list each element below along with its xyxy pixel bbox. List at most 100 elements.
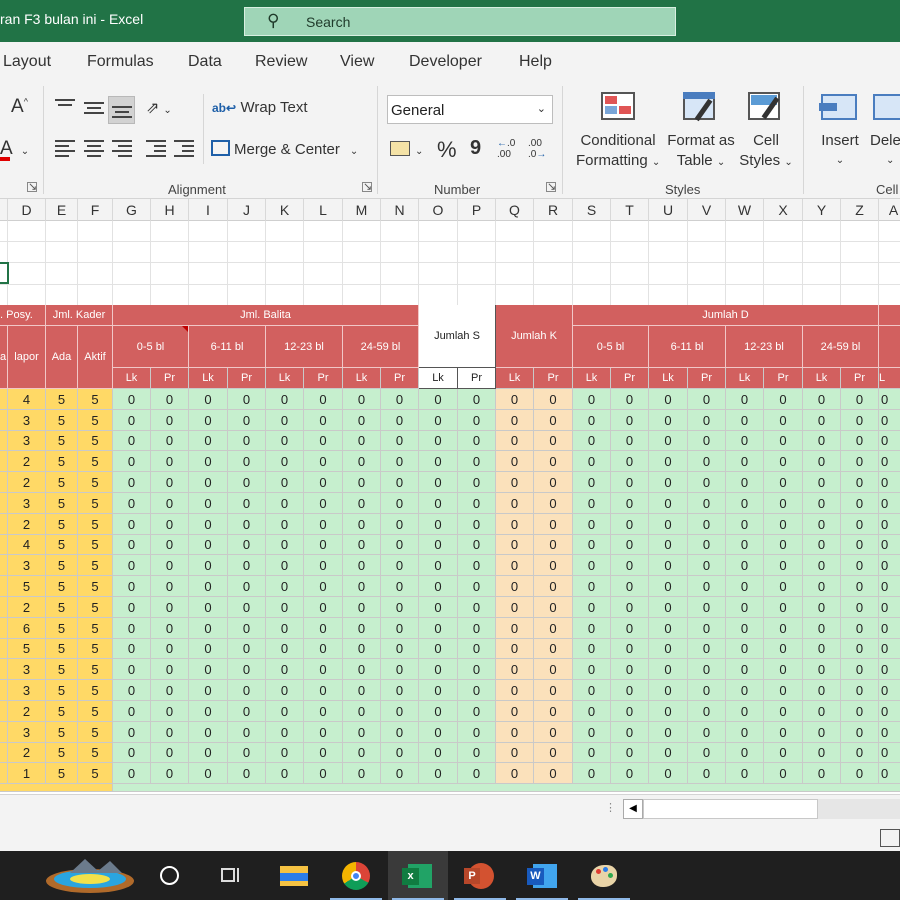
cell-value[interactable]: 0 [841,618,879,639]
cell-value[interactable]: 0 [458,514,496,535]
cell-value[interactable]: 0 [151,451,189,472]
cell-value[interactable]: 0 [688,514,726,535]
chrome-icon[interactable] [326,851,386,900]
cell-value[interactable]: 0 [304,431,343,451]
cell-aktif[interactable]: 5 [78,389,113,410]
cell-value[interactable]: 0 [534,389,573,410]
cell-value[interactable]: 0 [803,555,841,576]
cell-value[interactable]: 0 [764,763,803,784]
cell-value[interactable]: 0 [419,472,458,493]
cell-value[interactable]: 0 [726,597,764,618]
cell-value[interactable]: 0 [726,659,764,680]
cell-value[interactable]: 0 [113,493,151,514]
scroll-thumb[interactable] [643,799,818,819]
column-header-k[interactable]: K [266,199,304,221]
cell-value[interactable]: 0 [228,763,266,784]
cell-value[interactable]: 0 [879,410,900,431]
cell-value[interactable]: 0 [343,389,381,410]
cell-lapor[interactable]: 3 [8,493,46,514]
cell-value[interactable]: 0 [803,431,841,451]
cell-value[interactable]: 0 [151,763,189,784]
header-partial[interactable] [879,326,900,368]
cell-value[interactable]: 0 [649,431,688,451]
cell-value[interactable]: 0 [458,763,496,784]
cell-value[interactable]: 0 [879,659,900,680]
cell-value[interactable]: 0 [764,493,803,514]
cell-value[interactable]: 0 [113,410,151,431]
header-lk[interactable]: Lk [266,368,304,389]
column-header-p[interactable]: P [458,199,496,221]
cell-value[interactable]: 0 [304,555,343,576]
column-header-u[interactable]: U [649,199,688,221]
cell-lapor[interactable]: 5 [8,576,46,597]
cell-value[interactable]: 0 [228,722,266,743]
cell-value[interactable]: 0 [764,514,803,535]
cell-value[interactable]: 0 [649,618,688,639]
cell-value[interactable]: 0 [573,410,611,431]
cell-value[interactable]: 0 [304,451,343,472]
cell-value[interactable]: 0 [534,618,573,639]
cell-value[interactable]: 0 [688,410,726,431]
cell-value[interactable]: 0 [879,639,900,659]
cell-value[interactable]: 0 [151,576,189,597]
cell-value[interactable]: 0 [649,639,688,659]
cell-lapor[interactable]: 2 [8,743,46,763]
column-header-m[interactable]: M [343,199,381,221]
column-header-v[interactable]: V [688,199,726,221]
cell-value[interactable]: 0 [764,639,803,659]
tab-developer[interactable]: Developer [409,53,482,71]
cell-aktif[interactable]: 5 [78,431,113,451]
cell-value[interactable]: 0 [228,618,266,639]
cell-value[interactable]: 0 [688,576,726,597]
cell-value[interactable]: 0 [189,389,228,410]
cell-value[interactable]: 0 [803,618,841,639]
cell-a[interactable] [0,431,8,451]
cell-value[interactable]: 0 [534,659,573,680]
header-age-balita[interactable]: 12-23 bl [266,326,343,368]
header-pr[interactable]: Pr [151,368,189,389]
align-left-icon[interactable] [55,140,75,157]
cell-value[interactable]: 0 [496,555,534,576]
cell-value[interactable]: 0 [803,451,841,472]
cell-value[interactable]: 0 [266,535,304,555]
header-age-d[interactable]: 12-23 bl [726,326,803,368]
cell-value[interactable]: 0 [113,701,151,722]
cell-value[interactable]: 0 [573,576,611,597]
cell-value[interactable]: 0 [726,576,764,597]
cell-value[interactable]: 0 [419,680,458,701]
cell-value[interactable]: 0 [879,763,900,784]
cell-aktif[interactable]: 5 [78,680,113,701]
cell-value[interactable]: 0 [343,472,381,493]
cell-value[interactable]: 0 [841,389,879,410]
cell-value[interactable]: 0 [304,493,343,514]
header-partial[interactable] [879,305,900,326]
cell-value[interactable]: 0 [573,680,611,701]
cell-value[interactable]: 0 [726,389,764,410]
cell-value[interactable]: 0 [764,743,803,763]
cell-value[interactable]: 0 [343,639,381,659]
header-jumlah-s[interactable]: Jumlah S [419,305,496,368]
cell-value[interactable]: 0 [688,743,726,763]
cell-value[interactable]: 0 [266,659,304,680]
cell-value[interactable]: 0 [803,659,841,680]
cell-value[interactable]: 0 [611,763,649,784]
cell-lapor[interactable]: 3 [8,555,46,576]
tab-data[interactable]: Data [188,53,222,71]
header-age-balita[interactable]: 24-59 bl [343,326,419,368]
cell-value[interactable]: 0 [573,763,611,784]
cell-value[interactable]: 0 [419,618,458,639]
cell-value[interactable]: 0 [458,431,496,451]
cell-a[interactable] [0,555,8,576]
header-age-d[interactable]: 6-11 bl [649,326,726,368]
cell-value[interactable]: 0 [496,639,534,659]
header-a[interactable]: a [0,326,8,389]
cell-value[interactable]: 0 [381,722,419,743]
cell-value[interactable]: 0 [419,576,458,597]
cell-value[interactable]: 0 [266,743,304,763]
comma-style-button[interactable]: 9 [470,137,481,160]
header-lk[interactable]: Lk [726,368,764,389]
cell-lapor[interactable]: 2 [8,472,46,493]
cell-value[interactable]: 0 [611,410,649,431]
cell-value[interactable]: 0 [726,680,764,701]
cell-value[interactable]: 0 [764,597,803,618]
